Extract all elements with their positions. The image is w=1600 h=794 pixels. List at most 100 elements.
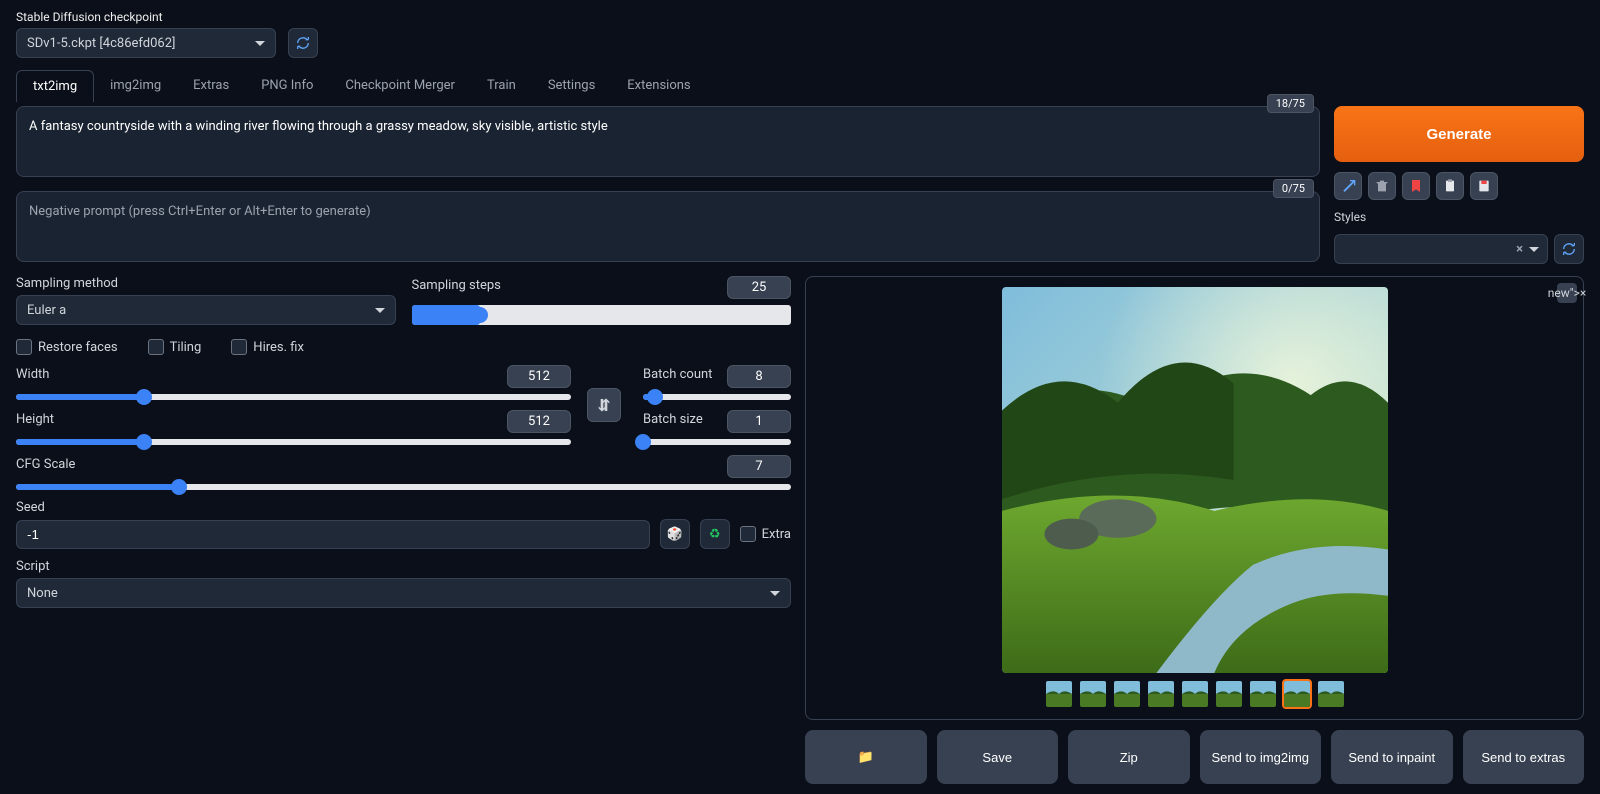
neg-prompt-token-counter: 0/75 bbox=[1273, 179, 1314, 198]
seed-extra-label: Extra bbox=[762, 527, 791, 542]
thumbnail[interactable] bbox=[1112, 679, 1142, 709]
open-folder-button[interactable]: 📁 bbox=[805, 730, 927, 784]
tab-checkpoint-merger[interactable]: Checkpoint Merger bbox=[329, 70, 471, 102]
sampling-steps-value[interactable]: 25 bbox=[727, 276, 791, 299]
thumbnail[interactable] bbox=[1214, 679, 1244, 709]
cfg-slider[interactable] bbox=[16, 484, 791, 490]
styles-select[interactable]: × bbox=[1334, 234, 1548, 264]
prompt-input[interactable] bbox=[16, 106, 1320, 177]
save-button[interactable]: Save bbox=[937, 730, 1059, 784]
height-label: Height bbox=[16, 412, 54, 427]
close-icon: × bbox=[1580, 286, 1586, 300]
thumbnail[interactable] bbox=[1282, 679, 1312, 709]
thumbnail[interactable] bbox=[1146, 679, 1176, 709]
thumbnail[interactable] bbox=[1044, 679, 1074, 709]
tab-extras[interactable]: Extras bbox=[177, 70, 245, 102]
thumbnail[interactable] bbox=[1078, 679, 1108, 709]
output-gallery: new"> × bbox=[805, 276, 1584, 720]
folder-icon: 📁 bbox=[858, 749, 874, 765]
hires-fix-label: Hires. fix bbox=[253, 340, 304, 355]
send-to-inpaint-button[interactable]: Send to inpaint bbox=[1331, 730, 1453, 784]
reuse-seed-button[interactable]: ♻ bbox=[700, 519, 730, 549]
tab-img2img[interactable]: img2img bbox=[94, 70, 177, 102]
batch-size-slider[interactable] bbox=[643, 439, 791, 445]
save-icon bbox=[1476, 178, 1492, 194]
width-value[interactable]: 512 bbox=[507, 365, 571, 388]
seed-label: Seed bbox=[16, 500, 791, 515]
script-select[interactable]: None bbox=[16, 578, 791, 608]
checkpoint-select[interactable]: SDv1-5.ckpt [4c86efd062] bbox=[16, 28, 276, 58]
landscape-image bbox=[1002, 287, 1388, 673]
tiling-checkbox[interactable]: Tiling bbox=[148, 339, 202, 355]
swap-dimensions-button[interactable] bbox=[587, 388, 621, 422]
checkpoint-value: SDv1-5.ckpt [4c86efd062] bbox=[27, 36, 175, 51]
paste-button[interactable] bbox=[1436, 172, 1464, 200]
apply-style-button[interactable] bbox=[1402, 172, 1430, 200]
batch-size-label: Batch size bbox=[643, 412, 703, 427]
batch-size-value[interactable]: 1 bbox=[727, 410, 791, 433]
random-seed-button[interactable]: 🎲 bbox=[660, 519, 690, 549]
seed-input[interactable] bbox=[16, 520, 650, 549]
tab-png-info[interactable]: PNG Info bbox=[245, 70, 329, 102]
tab-train[interactable]: Train bbox=[471, 70, 532, 102]
close-preview-button[interactable]: new"> × bbox=[1557, 283, 1577, 303]
sampling-method-select[interactable]: Euler a bbox=[16, 295, 396, 325]
tiling-label: Tiling bbox=[170, 340, 202, 355]
output-image[interactable] bbox=[1002, 287, 1388, 673]
negative-prompt-input[interactable] bbox=[16, 191, 1320, 262]
main-tabs: txt2img img2img Extras PNG Info Checkpoi… bbox=[16, 70, 1584, 102]
sampling-steps-slider[interactable] bbox=[412, 305, 792, 325]
batch-count-value[interactable]: 8 bbox=[727, 365, 791, 388]
batch-count-slider[interactable] bbox=[643, 394, 791, 400]
recycle-icon: ♻ bbox=[709, 527, 721, 542]
height-value[interactable]: 512 bbox=[507, 410, 571, 433]
checkpoint-label: Stable Diffusion checkpoint bbox=[16, 10, 1584, 24]
refresh-styles-button[interactable] bbox=[1554, 234, 1584, 264]
refresh-icon bbox=[295, 35, 311, 51]
tab-settings[interactable]: Settings bbox=[532, 70, 611, 102]
generate-button[interactable]: Generate bbox=[1334, 106, 1584, 162]
bookmark-icon bbox=[1408, 178, 1424, 194]
clear-prompt-button[interactable] bbox=[1368, 172, 1396, 200]
sampling-steps-label: Sampling steps bbox=[412, 278, 501, 293]
prompt-token-counter: 18/75 bbox=[1267, 94, 1314, 113]
refresh-checkpoint-button[interactable] bbox=[288, 28, 318, 58]
trash-icon bbox=[1374, 178, 1390, 194]
thumbnail[interactable] bbox=[1248, 679, 1278, 709]
tab-txt2img[interactable]: txt2img bbox=[16, 70, 94, 102]
width-slider[interactable] bbox=[16, 394, 571, 400]
chevron-down-icon bbox=[255, 41, 265, 46]
styles-label: Styles bbox=[1334, 210, 1584, 224]
thumbnail[interactable] bbox=[1180, 679, 1210, 709]
width-label: Width bbox=[16, 367, 49, 382]
close-icon: × bbox=[1516, 242, 1523, 257]
chevron-down-icon bbox=[770, 591, 780, 596]
send-to-img2img-button[interactable]: Send to img2img bbox=[1200, 730, 1322, 784]
swap-icon bbox=[596, 397, 612, 413]
sampling-method-label: Sampling method bbox=[16, 276, 396, 291]
refresh-icon bbox=[1561, 241, 1577, 257]
zip-button[interactable]: Zip bbox=[1068, 730, 1190, 784]
script-value: None bbox=[27, 586, 58, 601]
script-label: Script bbox=[16, 559, 791, 574]
interrogate-button[interactable] bbox=[1334, 172, 1362, 200]
tab-extensions[interactable]: Extensions bbox=[611, 70, 706, 102]
hires-fix-checkbox[interactable]: Hires. fix bbox=[231, 339, 304, 355]
cfg-value[interactable]: 7 bbox=[727, 455, 791, 478]
cfg-label: CFG Scale bbox=[16, 457, 75, 472]
seed-extra-checkbox[interactable]: Extra bbox=[740, 526, 791, 542]
dice-icon: 🎲 bbox=[667, 527, 683, 542]
batch-count-label: Batch count bbox=[643, 367, 712, 382]
height-slider[interactable] bbox=[16, 439, 571, 445]
send-to-extras-button[interactable]: Send to extras bbox=[1463, 730, 1585, 784]
chevron-down-icon bbox=[375, 308, 385, 313]
arrow-icon bbox=[1340, 178, 1356, 194]
restore-faces-label: Restore faces bbox=[38, 340, 118, 355]
sampling-method-value: Euler a bbox=[27, 303, 66, 318]
thumbnail-strip bbox=[1044, 679, 1346, 709]
clipboard-icon bbox=[1442, 178, 1458, 194]
restore-faces-checkbox[interactable]: Restore faces bbox=[16, 339, 118, 355]
chevron-down-icon bbox=[1529, 247, 1539, 252]
thumbnail[interactable] bbox=[1316, 679, 1346, 709]
save-style-button[interactable] bbox=[1470, 172, 1498, 200]
